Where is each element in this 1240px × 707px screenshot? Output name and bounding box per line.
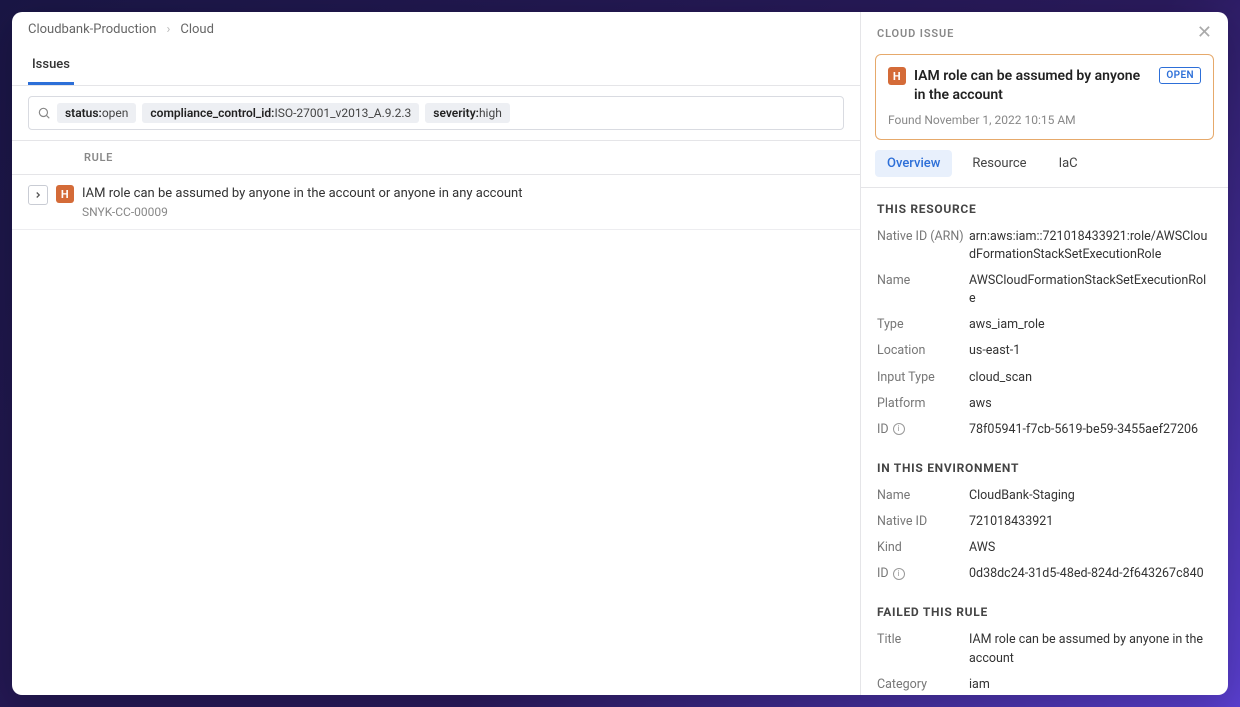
column-header-rule: RULE: [12, 140, 860, 175]
label-rule-title: Title: [877, 631, 969, 667]
label-location: Location: [877, 342, 969, 360]
value-id: 78f05941-f7cb-5619-be59-3455aef27206: [969, 421, 1198, 439]
app-window: Cloudbank-Production › Cloud Issues stat…: [12, 12, 1228, 695]
issue-text-wrap: IAM role can be assumed by anyone in the…: [82, 185, 522, 219]
section-failed-rule: FAILED THIS RULE TitleIAM role can be as…: [861, 591, 1228, 695]
panel-header-title: CLOUD ISSUE: [877, 27, 954, 40]
value-native-id: arn:aws:iam::721018433921:role/AWSCloudF…: [969, 228, 1212, 264]
found-timestamp: Found November 1, 2022 10:15 AM: [888, 113, 1201, 127]
main-pane: Cloudbank-Production › Cloud Issues stat…: [12, 12, 860, 695]
label-name: Name: [877, 272, 969, 308]
main-tabs: Issues: [12, 47, 860, 86]
issue-card-title: IAM role can be assumed by anyone in the…: [914, 67, 1151, 105]
label-platform: Platform: [877, 395, 969, 413]
label-input-type: Input Type: [877, 369, 969, 387]
filter-chip-compliance[interactable]: compliance_control_id:ISO-27001_v2013_A.…: [142, 103, 419, 123]
severity-badge-high: H: [888, 67, 906, 85]
filter-bar[interactable]: status:open compliance_control_id:ISO-27…: [28, 96, 844, 130]
label-env-kind: Kind: [877, 539, 969, 557]
breadcrumb-current[interactable]: Cloud: [180, 22, 214, 37]
section-this-resource: THIS RESOURCE Native ID (ARN)arn:aws:iam…: [861, 188, 1228, 447]
value-env-kind: AWS: [969, 539, 995, 557]
value-rule-category: iam: [969, 676, 990, 694]
panel-tabs: Overview Resource IaC: [861, 150, 1228, 188]
tab-resource[interactable]: Resource: [960, 150, 1038, 177]
expand-button[interactable]: [28, 185, 48, 205]
value-rule-title: IAM role can be assumed by anyone in the…: [969, 631, 1212, 667]
issue-code: SNYK-CC-00009: [82, 205, 522, 219]
tab-overview[interactable]: Overview: [875, 150, 952, 177]
tab-iac[interactable]: IaC: [1047, 150, 1090, 177]
section-heading: IN THIS ENVIRONMENT: [877, 461, 1212, 475]
search-icon: [37, 106, 51, 120]
label-rule-category: Category: [877, 676, 969, 694]
chevron-right-icon: [33, 190, 43, 200]
value-env-name: CloudBank-Staging: [969, 487, 1075, 505]
panel-header: CLOUD ISSUE ✕: [861, 12, 1228, 42]
tab-issues[interactable]: Issues: [28, 47, 74, 85]
issue-title: IAM role can be assumed by anyone in the…: [82, 185, 522, 203]
value-input-type: cloud_scan: [969, 369, 1032, 387]
value-location: us-east-1: [969, 342, 1020, 360]
issue-row[interactable]: H IAM role can be assumed by anyone in t…: [12, 175, 860, 230]
close-icon[interactable]: ✕: [1197, 24, 1212, 42]
label-env-id: IDi: [877, 565, 969, 583]
label-type: Type: [877, 316, 969, 334]
info-icon[interactable]: i: [893, 423, 905, 435]
status-badge-open: OPEN: [1159, 67, 1201, 84]
value-platform: aws: [969, 395, 992, 413]
issue-summary-card: H IAM role can be assumed by anyone in t…: [875, 54, 1214, 140]
value-type: aws_iam_role: [969, 316, 1045, 334]
label-env-name: Name: [877, 487, 969, 505]
label-env-native-id: Native ID: [877, 513, 969, 531]
chevron-right-icon: ›: [166, 22, 170, 37]
section-heading: THIS RESOURCE: [877, 202, 1212, 216]
severity-badge-high: H: [56, 185, 74, 203]
breadcrumb-root[interactable]: Cloudbank-Production: [28, 22, 156, 37]
value-env-native-id: 721018433921: [969, 513, 1053, 531]
section-heading: FAILED THIS RULE: [877, 605, 1212, 619]
value-name: AWSCloudFormationStackSetExecutionRole: [969, 272, 1212, 308]
value-env-id: 0d38dc24-31d5-48ed-824d-2f643267c840: [969, 565, 1204, 583]
filter-chip-status[interactable]: status:open: [57, 103, 136, 123]
label-native-id: Native ID (ARN): [877, 228, 969, 264]
detail-panel: CLOUD ISSUE ✕ H IAM role can be assumed …: [860, 12, 1228, 695]
filter-chip-severity[interactable]: severity:high: [425, 103, 510, 123]
label-id: IDi: [877, 421, 969, 439]
section-environment: IN THIS ENVIRONMENT NameCloudBank-Stagin…: [861, 447, 1228, 592]
info-icon[interactable]: i: [893, 568, 905, 580]
breadcrumb: Cloudbank-Production › Cloud: [12, 12, 860, 47]
